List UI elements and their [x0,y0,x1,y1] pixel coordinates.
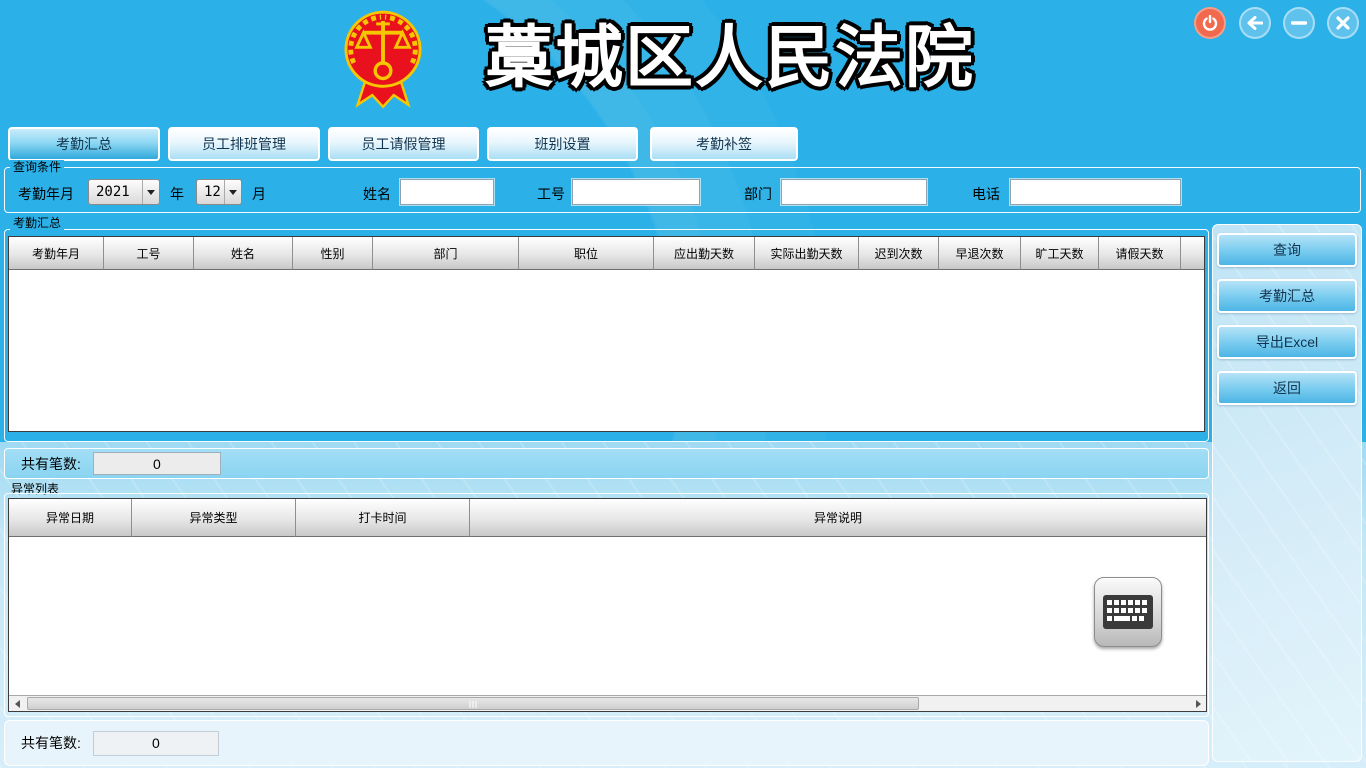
column-header: 部门 [373,237,519,270]
employee-id-label: 工号 [537,184,565,204]
scroll-left-icon [15,700,20,708]
year-select-value: 2021 [89,184,142,200]
scroll-right-icon [1196,700,1201,708]
power-icon [1202,15,1218,31]
back-button[interactable] [1239,7,1271,39]
summary-table[interactable]: 考勤年月 工号 姓名 性别 部门 职位 应出勤天数 实际出勤天数 迟到次数 早退… [8,236,1205,432]
close-icon [1336,16,1350,30]
column-header: 迟到次数 [859,237,939,270]
column-header: 异常说明 [470,499,1206,537]
attendance-summary-button[interactable]: 考勤汇总 [1217,279,1357,313]
horizontal-scrollbar[interactable] [9,695,1206,711]
summary-count-bar: 共有笔数: 0 [4,448,1209,479]
back-icon [1247,16,1263,30]
scroll-right-button[interactable] [1190,696,1206,711]
tab-leave-management[interactable]: 员工请假管理 [328,127,479,161]
power-button[interactable] [1194,7,1226,39]
year-suffix-label: 年 [170,184,184,204]
summary-total-label: 共有笔数: [21,454,81,474]
column-header: 考勤年月 [9,237,104,270]
phone-input[interactable] [1010,179,1181,205]
column-header: 工号 [104,237,194,270]
month-select-value: 12 [197,184,224,200]
column-header: 旷工天数 [1021,237,1099,270]
summary-table-header: 考勤年月 工号 姓名 性别 部门 职位 应出勤天数 实际出勤天数 迟到次数 早退… [9,237,1204,270]
export-excel-button[interactable]: 导出Excel [1217,325,1357,359]
minimize-icon [1291,20,1307,26]
column-header: 实际出勤天数 [755,237,859,270]
name-input[interactable] [400,179,494,205]
minimize-button[interactable] [1283,7,1315,39]
exceptions-total-label: 共有笔数: [21,733,81,753]
chevron-down-icon [147,190,155,195]
year-select[interactable]: 2021 [88,179,160,205]
month-suffix-label: 月 [252,184,266,204]
return-button[interactable]: 返回 [1217,371,1357,405]
column-header: 性别 [293,237,373,270]
phone-label: 电话 [972,184,1000,204]
query-button[interactable]: 查询 [1217,233,1357,267]
chevron-down-icon [229,190,237,195]
tab-shift-scheduling[interactable]: 员工排班管理 [168,127,320,161]
action-panel: 查询 考勤汇总 导出Excel 返回 [1212,224,1362,762]
summary-legend: 考勤汇总 [10,216,64,230]
scroll-left-button[interactable] [9,696,25,711]
tab-attendance-makeup[interactable]: 考勤补签 [650,127,798,161]
column-header: 姓名 [194,237,293,270]
exceptions-count-bar: 共有笔数: 0 [4,720,1209,766]
column-header: 早退次数 [939,237,1021,270]
column-header-filler [1181,237,1204,270]
employee-id-input[interactable] [572,179,700,205]
summary-total-value: 0 [93,452,221,475]
tab-attendance-summary[interactable]: 考勤汇总 [8,127,160,161]
department-label: 部门 [744,184,772,204]
on-screen-keyboard-button[interactable] [1094,577,1162,647]
column-header: 异常类型 [132,499,296,537]
close-button[interactable] [1327,7,1359,39]
name-label: 姓名 [363,184,391,204]
column-header: 职位 [519,237,654,270]
court-emblem-logo [344,8,422,110]
scrollbar-grip-icon [470,701,477,708]
department-input[interactable] [781,179,927,205]
column-header: 异常日期 [9,499,132,537]
column-header: 请假天数 [1099,237,1181,270]
column-header: 应出勤天数 [654,237,755,270]
exceptions-total-value: 0 [93,731,219,756]
exceptions-table-header: 异常日期 异常类型 打卡时间 异常说明 [9,499,1206,537]
exceptions-table[interactable]: 异常日期 异常类型 打卡时间 异常说明 [8,498,1207,712]
attendance-month-label: 考勤年月 [18,184,74,204]
app-window: 藁城区人民法院 考勤汇总 员工排班管理 员工请假管理 班别设置 考勤补签 查询条… [0,0,1366,768]
query-conditions-legend: 查询条件 [10,160,64,174]
keyboard-icon [1103,595,1153,629]
year-select-arrow[interactable] [142,180,159,204]
page-title: 藁城区人民法院 [420,8,1040,108]
column-header: 打卡时间 [296,499,470,537]
month-select-arrow[interactable] [224,180,241,204]
tab-shift-settings[interactable]: 班别设置 [487,127,638,161]
scrollbar-thumb[interactable] [27,697,919,710]
month-select[interactable]: 12 [196,179,242,205]
